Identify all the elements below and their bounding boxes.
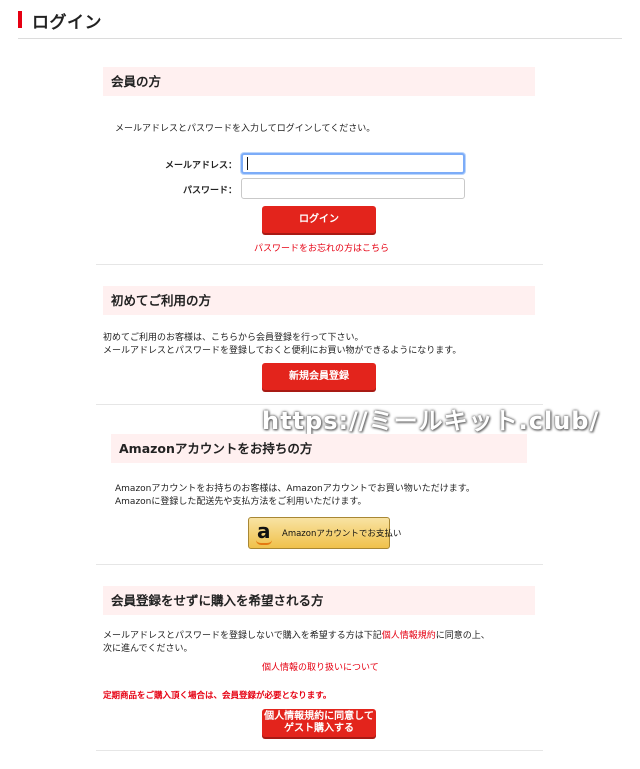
guest-section-heading: 会員登録をせずに購入を希望される方 [103,586,535,615]
login-instruction: メールアドレスとパスワードを入力してログインしてください。 [115,124,376,134]
password-field[interactable] [241,178,465,199]
section-divider [96,264,543,265]
forgot-password-link[interactable]: パスワードをお忘れの方はこちら [254,241,389,254]
guest-text-line1: メールアドレスとパスワードを登録しないで購入を希望する方は下記個人情報規約に同意… [103,629,490,643]
page-header: ログイン [18,8,622,39]
page-title: ログイン [32,13,102,33]
register-button[interactable]: 新規会員登録 [262,363,376,390]
amazon-smile-icon [256,540,272,545]
text-cursor [247,157,248,170]
guest-button-line2: ゲスト購入する [284,723,354,734]
amazon-pay-label: Amazonアカウントでお支払い [282,529,402,539]
section-divider [96,750,543,751]
amazon-text-line: Amazonに登録した配送先や支払方法をご利用いただけます。 [115,497,367,507]
guest-button-line1: 個人情報規約に同意して [264,711,374,722]
amazon-section-heading: Amazonアカウントをお持ちの方 [111,434,527,463]
amazon-pay-button[interactable]: a Amazonアカウントでお支払い [248,517,401,549]
email-label: メールアドレス： [164,161,237,171]
subscription-warning: 定期商品をご購入頂く場合は、会員登録が必要となります。 [103,691,332,701]
guest-text-line2: 次に進んでください。 [103,644,193,654]
guest-text-before: メールアドレスとパスワードを登録しないで購入を希望する方は下記 [103,631,382,641]
guest-text-after: に同意の上、 [435,631,490,641]
amazon-text-line: Amazonアカウントをお持ちのお客様は、Amazonアカウントでお買い物いただ… [115,484,475,494]
watermark-url: https://ミールキット.club/ [262,407,600,435]
first-time-text-line: 初めてご利用のお客様は、こちらから会員登録を行って下さい。 [103,333,364,343]
login-button[interactable]: ログイン [262,206,376,233]
privacy-policy-link[interactable]: 個人情報の取り扱いについて [262,660,379,673]
member-section-heading: 会員の方 [103,67,535,96]
email-field[interactable] [241,153,465,174]
first-time-text-line: メールアドレスとパスワードを登録しておくと便利にお買い物ができるようになります。 [103,346,462,356]
password-label: パスワード： [182,186,237,196]
section-divider [96,564,543,565]
guest-purchase-button[interactable]: 個人情報規約に同意して ゲスト購入する [262,709,376,737]
title-accent-bar [18,11,22,28]
first-time-section-heading: 初めてご利用の方 [103,286,535,315]
privacy-terms-link[interactable]: 個人情報規約 [382,631,436,641]
